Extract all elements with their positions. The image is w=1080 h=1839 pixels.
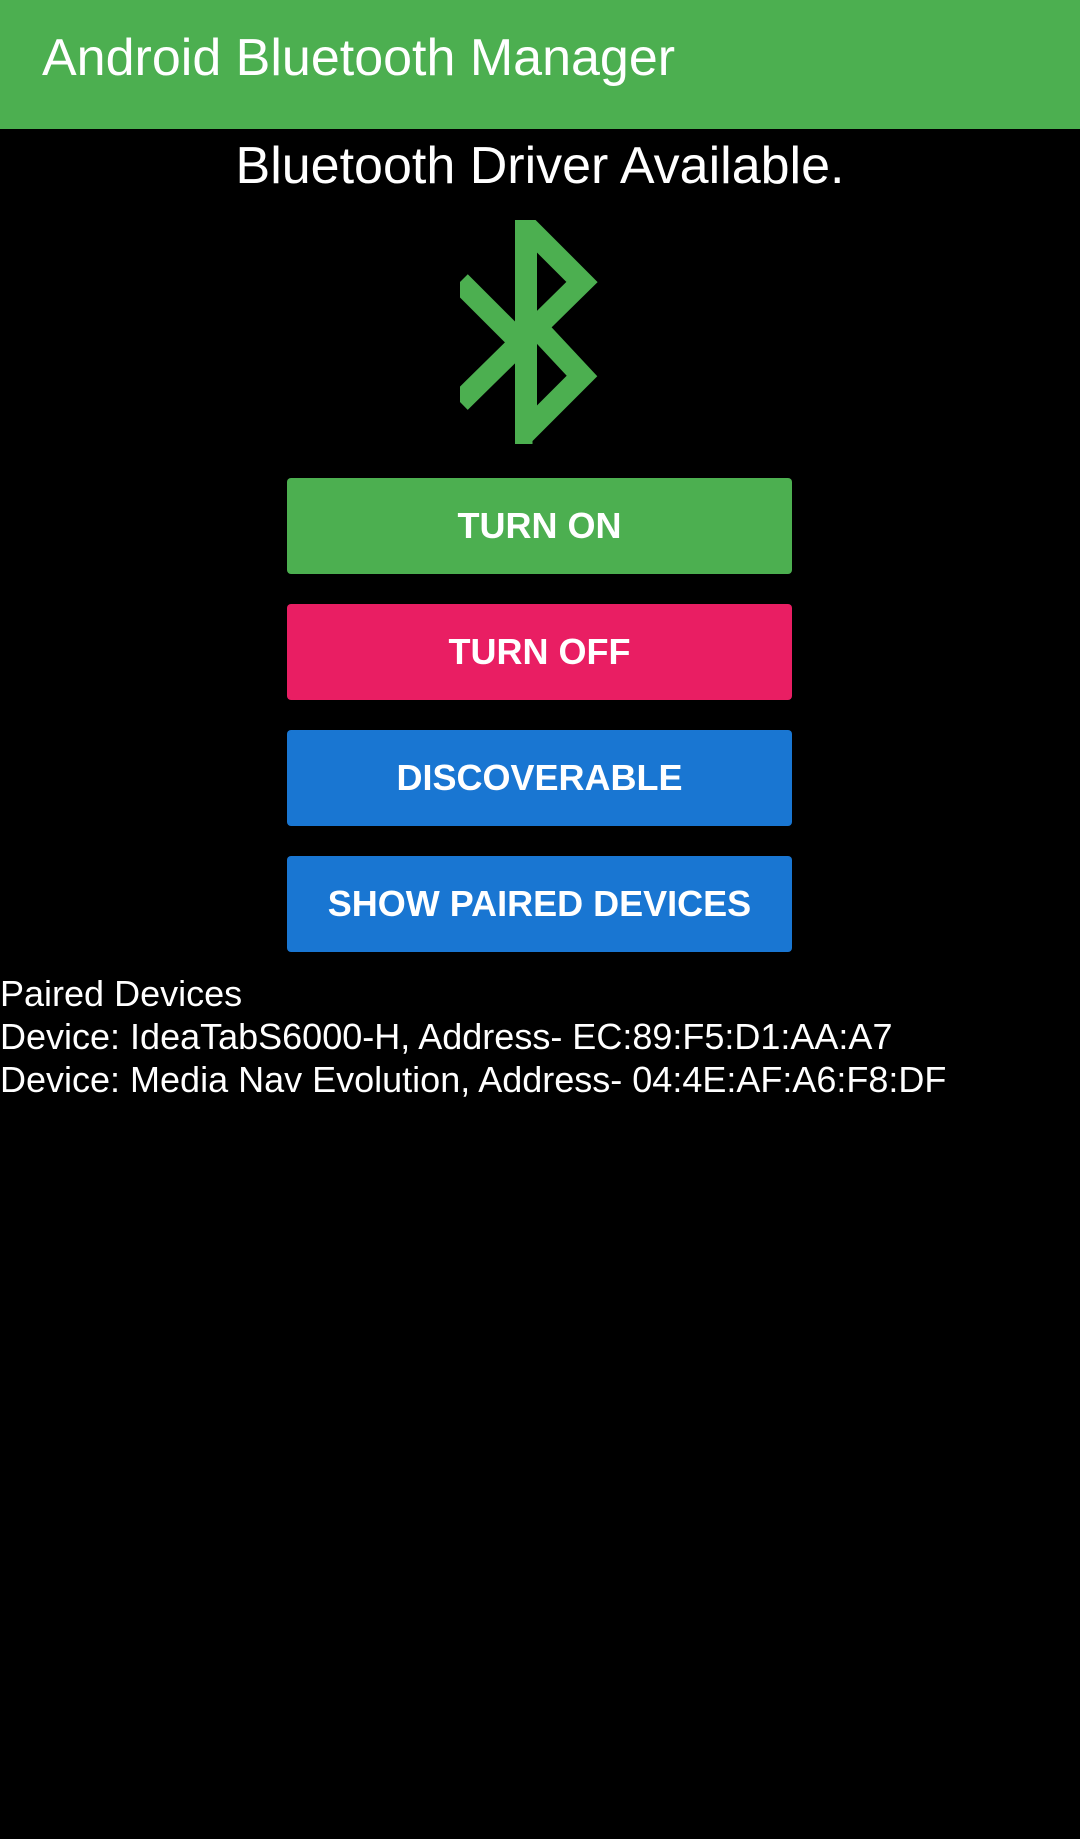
- paired-devices-list: Paired Devices Device: IdeaTabS6000-H, A…: [0, 972, 1080, 1101]
- bluetooth-status-text: Bluetooth Driver Available.: [235, 137, 845, 195]
- paired-device-item: Device: IdeaTabS6000-H, Address- EC:89:F…: [0, 1016, 893, 1057]
- discoverable-button[interactable]: DISCOVERABLE: [287, 730, 792, 826]
- bluetooth-icon: [460, 220, 598, 444]
- app-bar: Android Bluetooth Manager: [0, 0, 1080, 129]
- paired-devices-heading: Paired Devices: [0, 973, 243, 1014]
- turn-off-button[interactable]: TURN OFF: [287, 604, 792, 700]
- show-paired-devices-button[interactable]: SHOW PAIRED DEVICES: [287, 856, 792, 952]
- paired-device-item: Device: Media Nav Evolution, Address- 04…: [0, 1059, 947, 1100]
- app-title: Android Bluetooth Manager: [42, 29, 676, 87]
- turn-on-button[interactable]: TURN ON: [287, 478, 792, 574]
